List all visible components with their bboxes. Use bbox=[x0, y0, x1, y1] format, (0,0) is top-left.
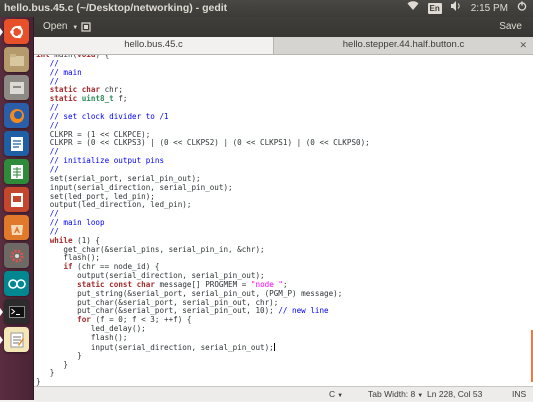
code-line: flash(); bbox=[36, 333, 128, 342]
chevron-down-icon: ▼ bbox=[337, 393, 344, 399]
code-line: // initialize output pins bbox=[49, 156, 165, 166]
tab-width-label: Tab Width: 8 bbox=[368, 389, 416, 399]
code-line: // main bbox=[49, 67, 82, 77]
new-tab-button[interactable] bbox=[80, 20, 92, 34]
cursor-position: Ln 228, Col 53 bbox=[427, 389, 483, 399]
power-icon[interactable] bbox=[517, 1, 527, 16]
tab-hello-bus[interactable]: hello.bus.45.c bbox=[34, 37, 274, 54]
code-line: } bbox=[36, 350, 82, 360]
top-panel: hello.bus.45.c (~/Desktop/networking) - … bbox=[0, 0, 533, 17]
system-tray: En 2:15 PM bbox=[407, 1, 527, 16]
new-document-icon bbox=[81, 22, 91, 32]
headerbar: Open ▼ Save bbox=[34, 17, 533, 37]
tab-label: hello.bus.45.c bbox=[124, 39, 183, 50]
code-view[interactable]: int main(void) { // // main // static ch… bbox=[34, 55, 370, 386]
calc-icon[interactable] bbox=[4, 159, 29, 184]
language-label: C bbox=[329, 389, 336, 399]
code-line: static uint8_t f; bbox=[49, 94, 128, 104]
code-line: // bbox=[49, 58, 59, 68]
file-manager-icon[interactable] bbox=[4, 75, 29, 100]
code-line: CLKPR = (0 << CLKPS3) | (0 << CLKPS2) | … bbox=[36, 138, 370, 148]
chevron-down-icon: ▼ bbox=[417, 393, 424, 399]
ubuntu-dash-icon[interactable] bbox=[0, 19, 29, 44]
code-line: // set clock divider to /1 bbox=[49, 111, 169, 121]
terminal-icon[interactable] bbox=[0, 299, 29, 324]
network-icon[interactable] bbox=[407, 1, 419, 16]
code-line: // main loop bbox=[49, 218, 105, 228]
arduino-icon[interactable] bbox=[4, 271, 29, 296]
text-editor[interactable]: int main(void) { // // main // static ch… bbox=[34, 55, 533, 386]
status-bar: C ▼ Tab Width: 8 ▼ Ln 228, Col 53 INS bbox=[34, 386, 533, 401]
code-line: output(led_direction, led_pin); bbox=[36, 200, 192, 210]
tab-hello-stepper[interactable]: hello.stepper.44.half.button.c ✕ bbox=[274, 37, 533, 54]
code-line: } bbox=[36, 359, 69, 369]
software-center-icon[interactable] bbox=[4, 215, 29, 240]
firefox-icon[interactable] bbox=[4, 103, 29, 128]
open-button[interactable]: Open ▼ bbox=[38, 20, 83, 34]
volume-icon[interactable] bbox=[450, 1, 462, 16]
tab-bar: hello.bus.45.c hello.stepper.44.half.but… bbox=[34, 37, 533, 55]
code-line: } bbox=[36, 368, 55, 378]
open-button-label: Open bbox=[43, 21, 68, 32]
impress-icon[interactable] bbox=[4, 187, 29, 212]
insert-mode: INS bbox=[512, 389, 527, 399]
code-line: input(serial_direction, serial_pin_out); bbox=[36, 342, 275, 352]
writer-icon[interactable] bbox=[4, 131, 29, 156]
launcher bbox=[0, 17, 34, 400]
files-icon[interactable] bbox=[4, 47, 29, 72]
gedit-icon[interactable] bbox=[0, 327, 29, 352]
tab-label: hello.stepper.44.half.button.c bbox=[342, 39, 465, 50]
code-line: } bbox=[36, 377, 41, 386]
text-cursor bbox=[273, 342, 275, 351]
clock[interactable]: 2:15 PM bbox=[471, 2, 508, 16]
window-title: hello.bus.45.c (~/Desktop/networking) - … bbox=[4, 2, 228, 14]
settings-icon[interactable] bbox=[4, 243, 29, 268]
close-icon[interactable]: ✕ bbox=[519, 37, 527, 53]
chevron-down-icon: ▼ bbox=[72, 25, 79, 31]
keyboard-layout-indicator[interactable]: En bbox=[427, 3, 442, 14]
save-button[interactable]: Save bbox=[494, 20, 527, 34]
